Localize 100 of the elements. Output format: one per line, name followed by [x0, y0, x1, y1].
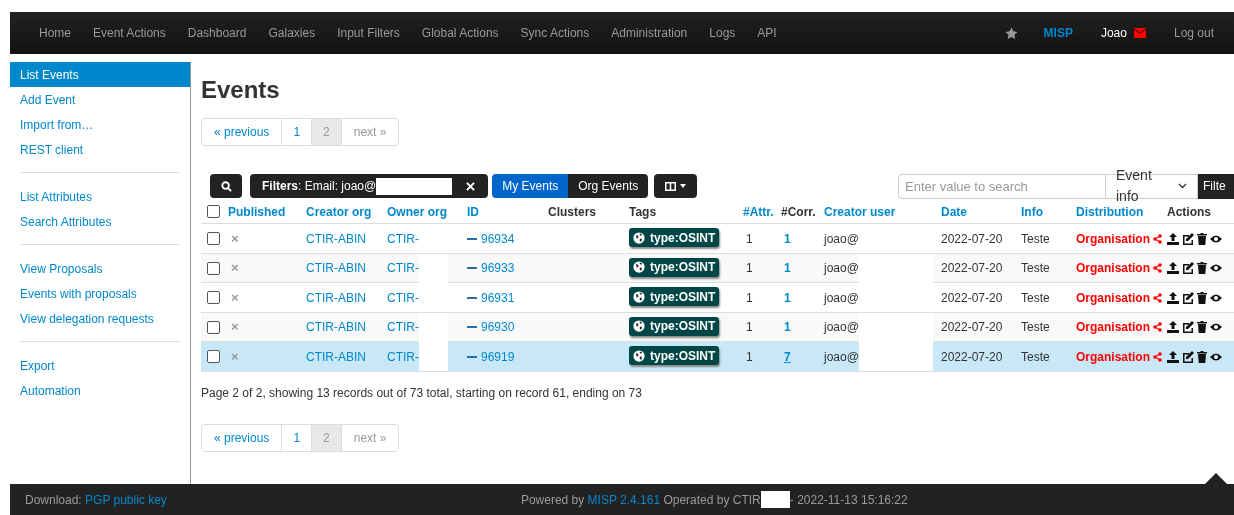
tag-badge[interactable]: type:OSINT	[629, 346, 720, 366]
correlation-count[interactable]: 7	[781, 347, 824, 366]
pagination-link[interactable]: 2	[311, 118, 342, 146]
edit-icon[interactable]	[1182, 262, 1194, 274]
search-field[interactable]: Enter value to search	[898, 173, 1106, 199]
tag-badge[interactable]: type:OSINT	[629, 316, 720, 336]
event-id-link[interactable]: 96931	[481, 288, 515, 307]
correlation-count[interactable]: 1	[781, 259, 824, 277]
nav-link[interactable]: Galaxies	[257, 24, 327, 42]
select-all-checkbox[interactable]	[206, 205, 220, 218]
trash-icon[interactable]	[1197, 350, 1207, 363]
nav-link[interactable]: Administration	[600, 24, 699, 42]
scroll-top-icon[interactable]	[1204, 473, 1228, 485]
event-id-link[interactable]: 96930	[481, 318, 515, 336]
pagination-link[interactable]: « previous	[201, 423, 283, 452]
user-link[interactable]: Joao	[1100, 24, 1127, 42]
org-link[interactable]: CTIR-	[387, 318, 419, 336]
edit-icon[interactable]	[1182, 232, 1194, 245]
sidebar-link[interactable]: REST client	[10, 137, 190, 162]
column-header[interactable]: Owner org	[387, 202, 467, 221]
correlation-count[interactable]: 1	[781, 229, 824, 248]
sidebar-link[interactable]: Import from…	[10, 112, 190, 137]
mail-icon[interactable]	[1133, 28, 1146, 38]
org-link[interactable]: CTIR-ABIN	[306, 259, 387, 277]
row-checkbox[interactable]	[206, 232, 220, 245]
column-header[interactable]: #Attr.	[743, 202, 781, 221]
pagination-link[interactable]: 1	[281, 118, 313, 146]
tag-badge[interactable]: type:OSINT	[629, 228, 720, 248]
view-tab[interactable]: Org Events	[568, 174, 649, 198]
logout-link[interactable]: Log out	[1173, 24, 1214, 42]
sidebar-link[interactable]: List Events	[10, 62, 190, 87]
column-header[interactable]: Info	[1021, 202, 1076, 221]
column-header[interactable]: Creator user	[824, 202, 941, 221]
sidebar-link[interactable]: List Attributes	[20, 184, 180, 209]
sidebar-link[interactable]: Add Event	[10, 87, 190, 112]
upload-icon[interactable]	[1167, 350, 1179, 363]
sidebar-link[interactable]: View delegation requests	[20, 306, 180, 331]
columns-button[interactable]	[654, 174, 698, 198]
column-header[interactable]: Creator org	[306, 202, 387, 221]
nav-link[interactable]: Dashboard	[176, 24, 258, 42]
nav-link[interactable]: Event Actions	[82, 24, 177, 42]
upload-icon[interactable]	[1167, 291, 1179, 304]
share-icon[interactable]	[1153, 351, 1162, 362]
nav-link[interactable]: Sync Actions	[509, 24, 601, 42]
share-icon[interactable]	[1153, 233, 1162, 244]
org-link[interactable]: CTIR-ABIN	[306, 318, 387, 336]
event-row[interactable]: × CTIR-ABIN CTIR- 96930 type:OSINT 1 1 joao@ 2022-07-20 Teste Organisation	[201, 312, 1234, 342]
nav-link[interactable]: Input Filters	[326, 24, 411, 42]
org-link[interactable]: CTIR-ABIN	[306, 288, 387, 307]
eye-icon[interactable]	[1210, 321, 1222, 333]
nav-link[interactable]: API	[746, 24, 788, 42]
event-id-link[interactable]: 96919	[481, 347, 515, 366]
star-icon[interactable]	[1004, 26, 1018, 40]
pagination-link[interactable]: 2	[311, 423, 342, 452]
filter-button[interactable]: Filte	[1198, 173, 1234, 199]
share-icon[interactable]	[1153, 322, 1162, 332]
nav-link[interactable]: Logs	[698, 24, 747, 42]
edit-icon[interactable]	[1182, 291, 1194, 304]
sidebar-link[interactable]: Search Attributes	[20, 209, 180, 234]
share-icon[interactable]	[1153, 263, 1162, 273]
org-link[interactable]: CTIR-	[387, 288, 419, 307]
search-button[interactable]	[210, 174, 242, 198]
view-tab[interactable]: My Events	[492, 174, 569, 198]
edit-icon[interactable]	[1182, 321, 1194, 333]
column-header[interactable]: Date	[941, 202, 1021, 221]
share-icon[interactable]	[1153, 292, 1162, 303]
tag-badge[interactable]: type:OSINT	[629, 287, 720, 307]
trash-icon[interactable]	[1197, 321, 1207, 333]
org-link[interactable]: CTIR-	[387, 347, 419, 366]
trash-icon[interactable]	[1197, 262, 1207, 274]
sidebar-link[interactable]: Events with proposals	[20, 281, 180, 306]
column-header[interactable]: Published	[225, 202, 306, 221]
sidebar-link[interactable]: View Proposals	[20, 256, 180, 281]
brand-link[interactable]: MISP	[1043, 24, 1073, 42]
event-row[interactable]: × CTIR-ABIN CTIR- 96933 type:OSINT 1 1 joao@ 2022-07-20 Teste Organisation	[201, 253, 1234, 283]
tag-badge[interactable]: type:OSINT	[629, 257, 720, 277]
nav-link[interactable]: Global Actions	[410, 24, 510, 42]
eye-icon[interactable]	[1210, 262, 1222, 274]
pgp-key-link[interactable]: PGP public key	[85, 492, 167, 507]
upload-icon[interactable]	[1167, 262, 1179, 274]
org-link[interactable]: CTIR-ABIN	[306, 347, 387, 366]
row-checkbox[interactable]	[206, 350, 220, 363]
org-link[interactable]: CTIR-	[387, 259, 419, 277]
sidebar-link[interactable]: Export	[20, 353, 180, 378]
pagination-link[interactable]: 1	[281, 423, 313, 452]
event-id-link[interactable]: 96933	[481, 259, 515, 277]
trash-icon[interactable]	[1197, 291, 1207, 304]
row-checkbox[interactable]	[206, 261, 220, 275]
edit-icon[interactable]	[1182, 350, 1194, 363]
org-link[interactable]: CTIR-ABIN	[306, 229, 387, 248]
correlation-count[interactable]: 1	[781, 318, 824, 336]
upload-icon[interactable]	[1167, 321, 1179, 333]
version-link[interactable]: MISP 2.4.161	[587, 492, 661, 507]
nav-link[interactable]: Home	[28, 24, 82, 42]
upload-icon[interactable]	[1167, 232, 1179, 245]
row-checkbox[interactable]	[206, 291, 220, 304]
sidebar-link[interactable]: Automation	[20, 378, 180, 403]
row-checkbox[interactable]	[206, 320, 220, 334]
trash-icon[interactable]	[1197, 232, 1207, 245]
event-row[interactable]: × CTIR-ABIN CTIR- 96919 type:OSINT 1 7 joao@ 2022-07-20 Teste Organisation	[201, 342, 1234, 372]
